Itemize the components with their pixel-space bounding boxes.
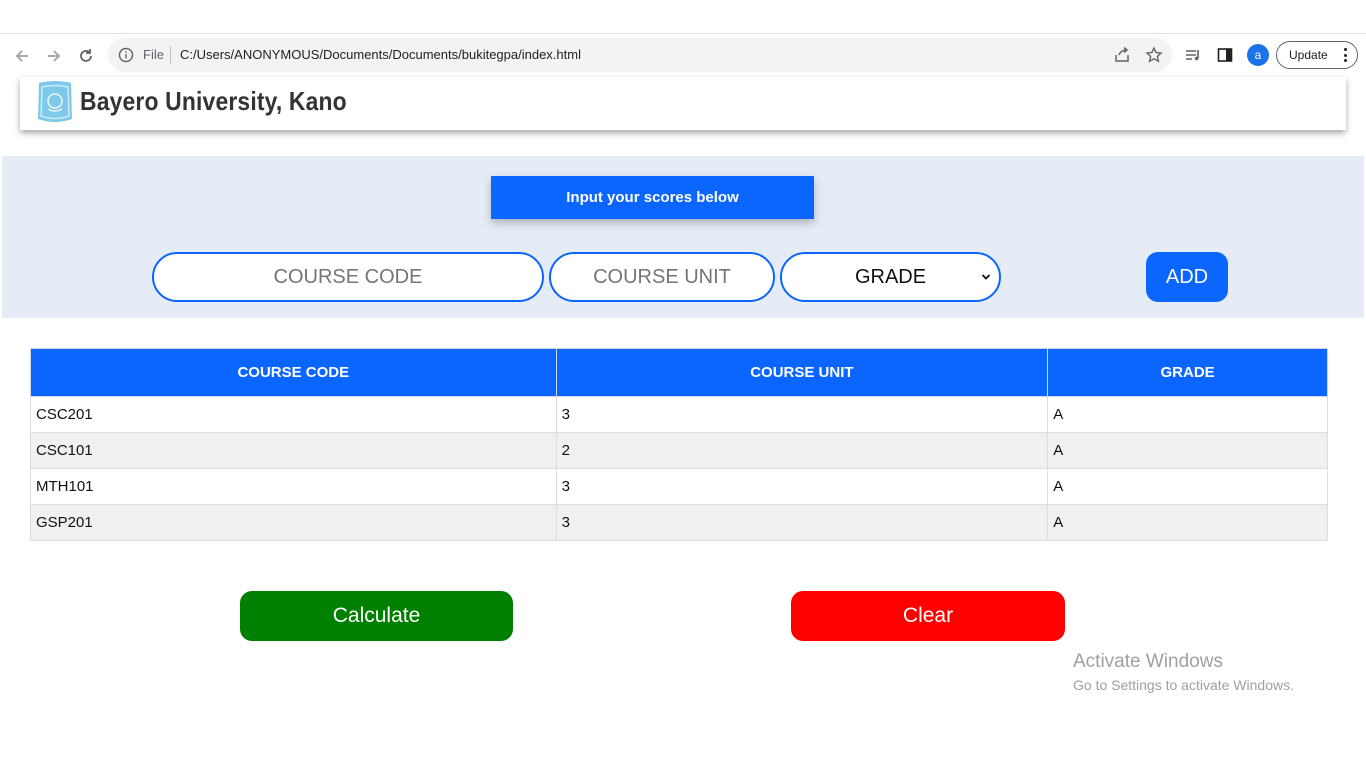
activate-windows-title: Activate Windows <box>1073 651 1223 672</box>
reading-list-icon[interactable] <box>1183 45 1203 65</box>
table-row: GSP201 3 A <box>30 504 1328 541</box>
table-header-row: COURSE CODE COURSE UNIT GRADE <box>30 348 1328 397</box>
add-button[interactable]: ADD <box>1146 252 1228 302</box>
table-row: CSC201 3 A <box>30 396 1328 433</box>
cell-grade: A <box>1047 504 1328 541</box>
header-grade: GRADE <box>1047 348 1328 397</box>
grade-selected-value: GRADE <box>854 265 927 288</box>
courses-table: COURSE CODE COURSE UNIT GRADE CSC201 3 A… <box>30 348 1328 541</box>
cell-course-code: CSC101 <box>30 432 557 469</box>
forward-button[interactable] <box>42 44 66 68</box>
url-scheme-label: File <box>143 47 164 62</box>
clear-button[interactable]: Clear <box>791 591 1065 641</box>
url-text[interactable]: C:/Users/ANONYMOUS/Documents/Documents/b… <box>180 47 581 63</box>
grade-select[interactable]: GRADE <box>780 252 1001 302</box>
brand-name: Bayero University, Kano <box>80 86 347 116</box>
cell-course-unit: 2 <box>555 432 1049 469</box>
update-label: Update <box>1289 48 1328 62</box>
activate-windows-subtitle: Go to Settings to activate Windows. <box>1073 677 1294 693</box>
more-menu-icon <box>1343 48 1347 62</box>
cell-grade: A <box>1047 468 1328 505</box>
reload-button[interactable] <box>74 44 98 68</box>
cell-course-unit: 3 <box>555 468 1049 505</box>
header-course-unit: COURSE UNIT <box>555 348 1049 397</box>
cell-grade: A <box>1047 396 1328 433</box>
header-course-code: COURSE CODE <box>30 348 557 397</box>
back-button[interactable] <box>10 44 34 68</box>
course-unit-input[interactable]: COURSE UNIT <box>549 252 775 302</box>
calculate-button[interactable]: Calculate <box>240 591 513 641</box>
browser-tab-strip <box>0 0 1366 34</box>
url-separator <box>170 46 171 64</box>
profile-avatar[interactable]: a <box>1247 44 1269 66</box>
reload-icon <box>80 49 92 62</box>
cell-course-unit: 3 <box>555 504 1049 541</box>
cell-course-code: GSP201 <box>30 504 557 541</box>
side-panel-icon[interactable] <box>1215 45 1235 65</box>
site-info-icon[interactable] <box>118 47 134 63</box>
back-arrow-icon <box>15 50 28 62</box>
course-unit-placeholder: COURSE UNIT <box>593 265 731 288</box>
cell-grade: A <box>1047 432 1328 469</box>
update-button[interactable]: Update <box>1276 41 1358 69</box>
table-row: CSC101 2 A <box>30 432 1328 469</box>
forward-arrow-icon <box>48 50 61 62</box>
share-icon[interactable] <box>1112 45 1132 65</box>
bookmark-star-icon[interactable] <box>1144 45 1164 65</box>
input-panel-title: Input your scores below <box>491 176 814 219</box>
course-code-input[interactable]: COURSE CODE <box>152 252 544 302</box>
course-code-placeholder: COURSE CODE <box>273 265 423 288</box>
table-row: MTH101 3 A <box>30 468 1328 505</box>
cell-course-code: MTH101 <box>30 468 557 505</box>
cell-course-code: CSC201 <box>30 396 557 433</box>
cell-course-unit: 3 <box>555 396 1049 433</box>
chevron-down-icon <box>981 274 991 280</box>
university-logo <box>36 79 74 126</box>
